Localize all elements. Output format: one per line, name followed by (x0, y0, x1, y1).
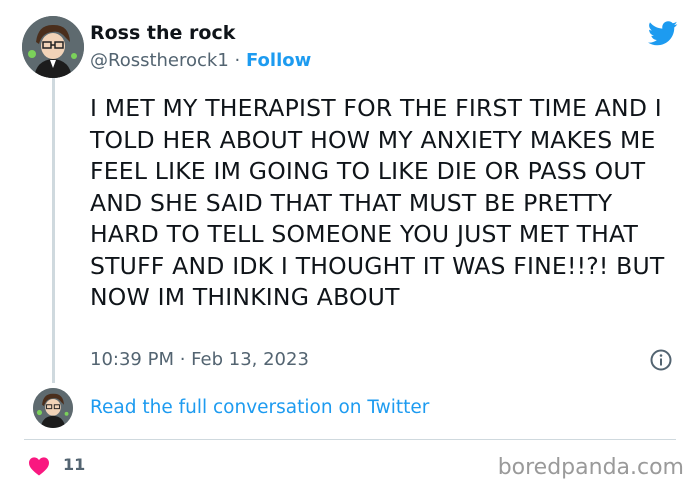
user-name[interactable]: Ross the rock (90, 22, 235, 44)
avatar[interactable] (22, 16, 84, 78)
tweet-card: Ross the rock @Rosstherock1 · Follow I M… (0, 0, 700, 492)
info-icon[interactable] (650, 349, 672, 371)
watermark: boredpanda.com (497, 455, 684, 480)
like-count: 11 (63, 455, 86, 474)
conversation-avatar-image (33, 388, 73, 428)
twitter-bird-icon[interactable] (646, 18, 680, 48)
thread-line (52, 78, 55, 383)
tweet-timestamp[interactable]: 10:39 PM · Feb 13, 2023 (90, 349, 309, 370)
read-conversation-link[interactable]: Read the full conversation on Twitter (90, 397, 429, 418)
heart-icon[interactable] (28, 456, 50, 476)
handle-row: @Rosstherock1 · Follow (90, 50, 311, 71)
divider (24, 439, 676, 440)
follow-button[interactable]: Follow (246, 50, 311, 71)
tweet-text: I MET MY THERAPIST FOR THE FIRST TIME AN… (90, 94, 665, 311)
conversation-avatar[interactable] (33, 388, 73, 428)
avatar-image (22, 16, 84, 78)
user-handle[interactable]: @Rosstherock1 (90, 50, 229, 71)
separator: · (228, 50, 246, 71)
